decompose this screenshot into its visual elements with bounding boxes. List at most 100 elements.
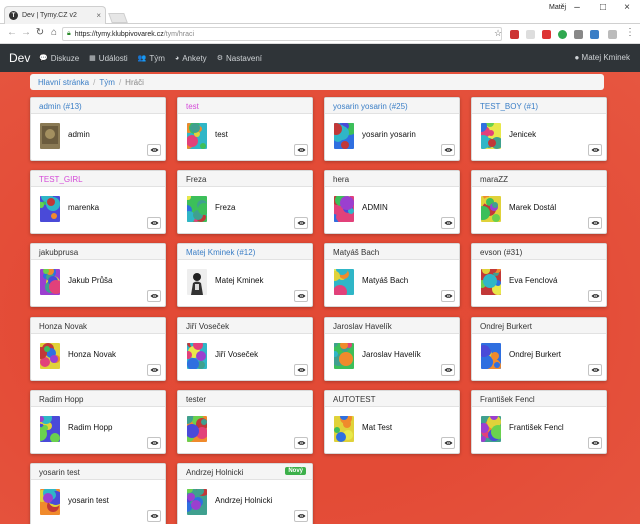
avatar[interactable] bbox=[40, 123, 60, 149]
avatar[interactable] bbox=[334, 269, 354, 295]
view-player-button[interactable] bbox=[294, 144, 308, 156]
breadcrumb-team[interactable]: Tým bbox=[99, 78, 115, 87]
player-card: František Fencl František Fencl bbox=[471, 390, 607, 454]
player-card-header[interactable]: Matej Kminek (#12) bbox=[178, 244, 312, 260]
player-username: Ondrej Burkert bbox=[480, 322, 533, 331]
view-player-button[interactable] bbox=[441, 290, 455, 302]
player-card-header[interactable]: TEST_BOY (#1) bbox=[472, 98, 606, 114]
player-card: maraZZ Marek Dostál bbox=[471, 170, 607, 234]
player-username: Honza Novak bbox=[39, 322, 88, 331]
eye-icon bbox=[150, 440, 159, 446]
extension-blue-icon[interactable] bbox=[590, 30, 599, 39]
nav-item-tym[interactable]: 👥 Tým bbox=[138, 54, 165, 63]
close-window-icon[interactable]: × bbox=[620, 2, 634, 13]
view-player-button[interactable] bbox=[588, 437, 602, 449]
avatar[interactable] bbox=[481, 416, 501, 442]
menu-dots-icon[interactable]: ⋮ bbox=[624, 27, 636, 38]
extension-check-icon[interactable] bbox=[526, 30, 535, 39]
maximize-icon[interactable]: □ bbox=[596, 2, 610, 13]
avatar[interactable] bbox=[481, 123, 501, 149]
view-player-button[interactable] bbox=[588, 364, 602, 376]
view-player-button[interactable] bbox=[588, 290, 602, 302]
avatar[interactable] bbox=[334, 196, 354, 222]
avatar[interactable] bbox=[481, 343, 501, 369]
extension-doc-icon[interactable] bbox=[608, 30, 617, 39]
view-player-button[interactable] bbox=[294, 510, 308, 522]
player-card-header[interactable]: admin (#13) bbox=[31, 98, 165, 114]
player-full-name: Andrzej Holnicki bbox=[215, 496, 273, 505]
brand-logo[interactable]: Dev bbox=[9, 51, 39, 65]
nav-item-udalosti[interactable]: ▦ Události bbox=[89, 54, 128, 63]
view-player-button[interactable] bbox=[147, 510, 161, 522]
reload-icon[interactable]: ↻ bbox=[34, 27, 46, 38]
player-username: Jaroslav Havelík bbox=[333, 322, 392, 331]
player-card-header: Radim Hopp bbox=[31, 391, 165, 407]
extension-gray-icon[interactable] bbox=[574, 30, 583, 39]
avatar[interactable] bbox=[187, 196, 207, 222]
address-bar[interactable]: 🔒︎ https://tymy.klubpivovarek.cz/tym/hra… bbox=[62, 27, 502, 41]
extension-green-icon[interactable] bbox=[558, 30, 567, 39]
cogs-icon: ⚙ bbox=[216, 55, 223, 62]
view-player-button[interactable] bbox=[441, 437, 455, 449]
player-username: TEST_GIRL bbox=[39, 175, 83, 184]
nav-item-nastaveni[interactable]: ⚙ Nastavení bbox=[217, 54, 262, 63]
view-player-button[interactable] bbox=[294, 217, 308, 229]
view-player-button[interactable] bbox=[147, 364, 161, 376]
view-player-button[interactable] bbox=[294, 437, 308, 449]
breadcrumb-home[interactable]: Hlavní stránka bbox=[38, 78, 89, 87]
extension-gmail-icon[interactable] bbox=[510, 30, 519, 39]
player-username: Matej Kminek (#12) bbox=[186, 248, 256, 257]
avatar[interactable] bbox=[334, 416, 354, 442]
player-card-header[interactable]: yosarin yosarin (#25) bbox=[325, 98, 459, 114]
avatar[interactable] bbox=[40, 269, 60, 295]
avatar[interactable] bbox=[40, 416, 60, 442]
player-card: yosarin yosarin (#25) yosarin yosarin bbox=[324, 97, 460, 161]
player-username: Freza bbox=[186, 175, 207, 184]
browser-tab[interactable]: T Dev | Tymy.CZ v2 × bbox=[4, 6, 106, 24]
player-username: Matyáš Bach bbox=[333, 248, 380, 257]
view-player-button[interactable] bbox=[147, 217, 161, 229]
nav-item-ankety[interactable]: ◕ Ankety bbox=[175, 54, 207, 63]
player-card-header: jakubprusa bbox=[31, 244, 165, 260]
avatar[interactable] bbox=[187, 123, 207, 149]
avatar[interactable] bbox=[481, 196, 501, 222]
view-player-button[interactable] bbox=[294, 290, 308, 302]
avatar[interactable] bbox=[334, 123, 354, 149]
new-tab-button[interactable] bbox=[108, 13, 128, 23]
back-icon[interactable]: ← bbox=[6, 27, 18, 38]
view-player-button[interactable] bbox=[147, 437, 161, 449]
player-username: yosarin test bbox=[39, 468, 80, 477]
eye-icon bbox=[444, 147, 453, 153]
view-player-button[interactable] bbox=[441, 364, 455, 376]
player-full-name: František Fencl bbox=[509, 423, 564, 432]
avatar[interactable] bbox=[40, 343, 60, 369]
view-player-button[interactable] bbox=[441, 217, 455, 229]
avatar[interactable] bbox=[334, 343, 354, 369]
avatar[interactable] bbox=[187, 343, 207, 369]
tab-close-icon[interactable]: × bbox=[96, 11, 101, 20]
nav-item-diskuze[interactable]: 💬 Diskuze bbox=[39, 54, 79, 63]
avatar[interactable] bbox=[187, 269, 207, 295]
extension-red-icon[interactable] bbox=[542, 30, 551, 39]
breadcrumb: Hlavní stránka / Tým / Hráči bbox=[30, 74, 604, 90]
bookmark-star-icon[interactable]: ☆ bbox=[492, 28, 504, 39]
avatar[interactable] bbox=[187, 489, 207, 515]
view-player-button[interactable] bbox=[147, 290, 161, 302]
view-player-button[interactable] bbox=[588, 217, 602, 229]
home-icon[interactable]: ⌂ bbox=[48, 27, 60, 38]
forward-icon[interactable]: → bbox=[20, 27, 32, 38]
nav-user-menu[interactable]: ● Matej Kminek bbox=[574, 53, 630, 62]
minimize-icon[interactable]: – bbox=[570, 2, 584, 13]
player-card: Matej Kminek (#12) Matej Kminek bbox=[177, 243, 313, 307]
avatar[interactable] bbox=[481, 269, 501, 295]
view-player-button[interactable] bbox=[147, 144, 161, 156]
player-card: jakubprusa Jakub Průša bbox=[30, 243, 166, 307]
avatar[interactable] bbox=[187, 416, 207, 442]
view-player-button[interactable] bbox=[294, 364, 308, 376]
view-player-button[interactable] bbox=[441, 144, 455, 156]
users-icon: 👥 bbox=[137, 55, 147, 62]
avatar[interactable] bbox=[40, 196, 60, 222]
browser-titlebar: T Dev | Tymy.CZ v2 × Matěj – □ × bbox=[0, 0, 640, 24]
view-player-button[interactable] bbox=[588, 144, 602, 156]
avatar[interactable] bbox=[40, 489, 60, 515]
